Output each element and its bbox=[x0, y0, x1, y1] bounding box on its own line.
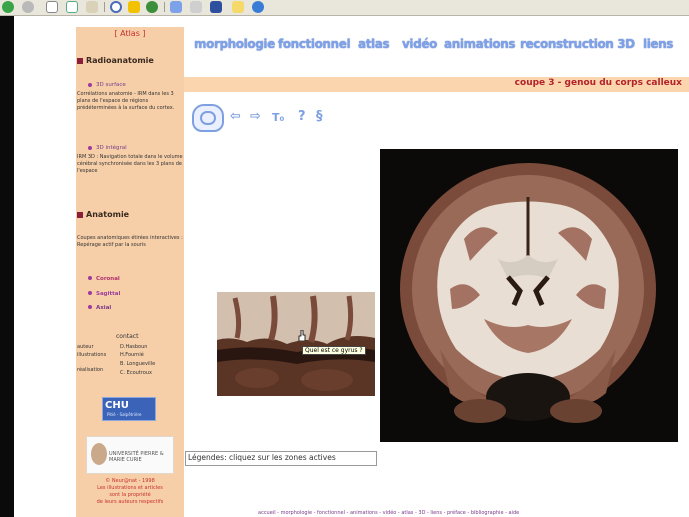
contact-name: H.Fournié bbox=[120, 352, 144, 358]
nav-animations[interactable]: animations bbox=[444, 37, 516, 51]
sidebar-footer: © Neur@nat - 1998 Les illustrations et a… bbox=[80, 478, 180, 506]
brain-zoom-drawing bbox=[217, 292, 375, 396]
contact-role: auteur bbox=[77, 344, 94, 350]
sidebar-item-3d-integral[interactable]: 3D intégral bbox=[96, 145, 127, 151]
chu-logo-sub: Pitié - Salpêtrière bbox=[107, 412, 142, 417]
page-title-bar: coupe 3 - genou du corps calleux bbox=[184, 77, 689, 92]
toolbar-separator bbox=[104, 2, 105, 12]
top-navigation: morphologie fonctionnel atlas vidéo anim… bbox=[184, 37, 689, 57]
messenger-icon[interactable] bbox=[252, 1, 264, 13]
mail-icon[interactable] bbox=[170, 1, 182, 13]
sidebar-item-desc: Corrélations anatomie - IRM dans les 3 p… bbox=[77, 91, 175, 111]
sidebar: [ Atlas ] Radioanatomie 3D surface Corré… bbox=[76, 27, 184, 517]
university-logo-text: UNIVERSITÉ PIERRE & MARIE CURIE bbox=[109, 451, 164, 463]
sidebar-link-sagittal[interactable]: Sagittal bbox=[96, 291, 120, 297]
favorites-icon[interactable] bbox=[128, 1, 140, 13]
chu-logo-text: CHU bbox=[105, 400, 129, 411]
footer-links[interactable]: accueil - morphologie - fonctionnel - an… bbox=[258, 510, 689, 516]
tooltip: Quel est ce gyrus ? bbox=[302, 346, 366, 355]
forward-icon[interactable] bbox=[22, 1, 34, 13]
hand-cursor-icon bbox=[298, 330, 306, 341]
university-emblem-icon bbox=[91, 443, 107, 465]
chu-logo[interactable]: CHU Pitié - Salpêtrière bbox=[102, 397, 156, 421]
contact-role: réalisation bbox=[77, 367, 104, 373]
footer-line: de leurs auteurs respectifs bbox=[96, 499, 164, 505]
sidebar-section-anatomie: Anatomie bbox=[76, 210, 184, 222]
brain-zoom-image[interactable] bbox=[217, 292, 375, 396]
text-size-icon[interactable]: T₀ bbox=[272, 111, 284, 124]
page-title: coupe 3 - genou du corps calleux bbox=[514, 78, 682, 88]
home-icon[interactable] bbox=[86, 1, 98, 13]
bullet-square-icon bbox=[77, 212, 83, 218]
section-title: Anatomie bbox=[86, 210, 130, 219]
viewer-toolbar: ⇦ ⇨ T₀ ? § bbox=[192, 104, 352, 132]
legend-box: Légendes: cliquez sur les zones actives bbox=[185, 451, 377, 466]
university-logo[interactable]: UNIVERSITÉ PIERRE & MARIE CURIE bbox=[86, 436, 174, 474]
edit-icon[interactable] bbox=[210, 1, 222, 13]
footer-line: Les illustrations et articles bbox=[97, 485, 163, 491]
contact-role: illustrations bbox=[77, 352, 107, 358]
contact-title[interactable]: contact bbox=[116, 333, 138, 341]
contact-name: B. Longueville bbox=[120, 361, 156, 367]
section-icon[interactable]: § bbox=[316, 109, 323, 124]
sidebar-anatomie-desc: Coupes anatomiques étirées interactives … bbox=[77, 235, 183, 248]
contact-name: D.Hasboun bbox=[120, 344, 148, 350]
footer-line: sont la propriété bbox=[109, 492, 151, 498]
back-icon[interactable] bbox=[2, 1, 14, 13]
nav-video[interactable]: vidéo bbox=[402, 37, 437, 51]
contact-name: C. Ecoutroux bbox=[120, 370, 152, 376]
brain-coronal-section-image[interactable] bbox=[380, 149, 678, 442]
sidebar-section-radioanatomie: Radioanatomie bbox=[76, 56, 184, 68]
brain-icon[interactable] bbox=[192, 104, 224, 132]
nav-liens[interactable]: liens bbox=[643, 37, 673, 51]
sidebar-link-coronal[interactable]: Coronal bbox=[96, 276, 120, 282]
reload-icon[interactable] bbox=[66, 1, 78, 13]
brain-coronal-section-drawing bbox=[400, 163, 656, 423]
bullet-dot-icon bbox=[88, 276, 92, 280]
bullet-dot-icon bbox=[88, 291, 92, 295]
sidebar-item-desc: IRM 3D : Navigation totale dans le volum… bbox=[77, 154, 183, 174]
sidebar-item-3d-surface[interactable]: 3D surface bbox=[96, 82, 126, 88]
nav-fonctionnel[interactable]: fonctionnel bbox=[278, 37, 351, 51]
nav-reconstruction-3d[interactable]: reconstruction 3D bbox=[520, 37, 635, 51]
history-icon[interactable] bbox=[146, 1, 158, 13]
sidebar-link-axial[interactable]: Axial bbox=[96, 305, 111, 311]
nav-atlas[interactable]: atlas bbox=[358, 37, 390, 51]
arrow-left-icon[interactable]: ⇦ bbox=[230, 109, 241, 124]
bullet-dot-icon bbox=[88, 83, 92, 87]
bullet-square-icon bbox=[77, 58, 83, 64]
print-icon[interactable] bbox=[190, 1, 202, 13]
toolbar-separator bbox=[164, 2, 165, 12]
nav-morphologie[interactable]: morphologie bbox=[194, 37, 275, 51]
legend-text: Légendes: cliquez sur les zones actives bbox=[188, 453, 336, 462]
bullet-dot-icon bbox=[88, 305, 92, 309]
folder-icon[interactable] bbox=[232, 1, 244, 13]
section-title: Radioanatomie bbox=[86, 56, 154, 65]
bullet-dot-icon bbox=[88, 146, 92, 150]
arrow-right-icon[interactable]: ⇨ bbox=[250, 109, 261, 124]
sidebar-header[interactable]: [ Atlas ] bbox=[76, 29, 184, 38]
window-left-edge bbox=[0, 16, 14, 517]
footer-line: © Neur@nat - 1998 bbox=[105, 478, 155, 484]
browser-toolbar bbox=[0, 0, 689, 16]
stop-icon[interactable] bbox=[46, 1, 58, 13]
brain-icon-inner bbox=[200, 111, 216, 125]
help-icon[interactable]: ? bbox=[298, 109, 306, 124]
search-icon[interactable] bbox=[110, 1, 122, 13]
